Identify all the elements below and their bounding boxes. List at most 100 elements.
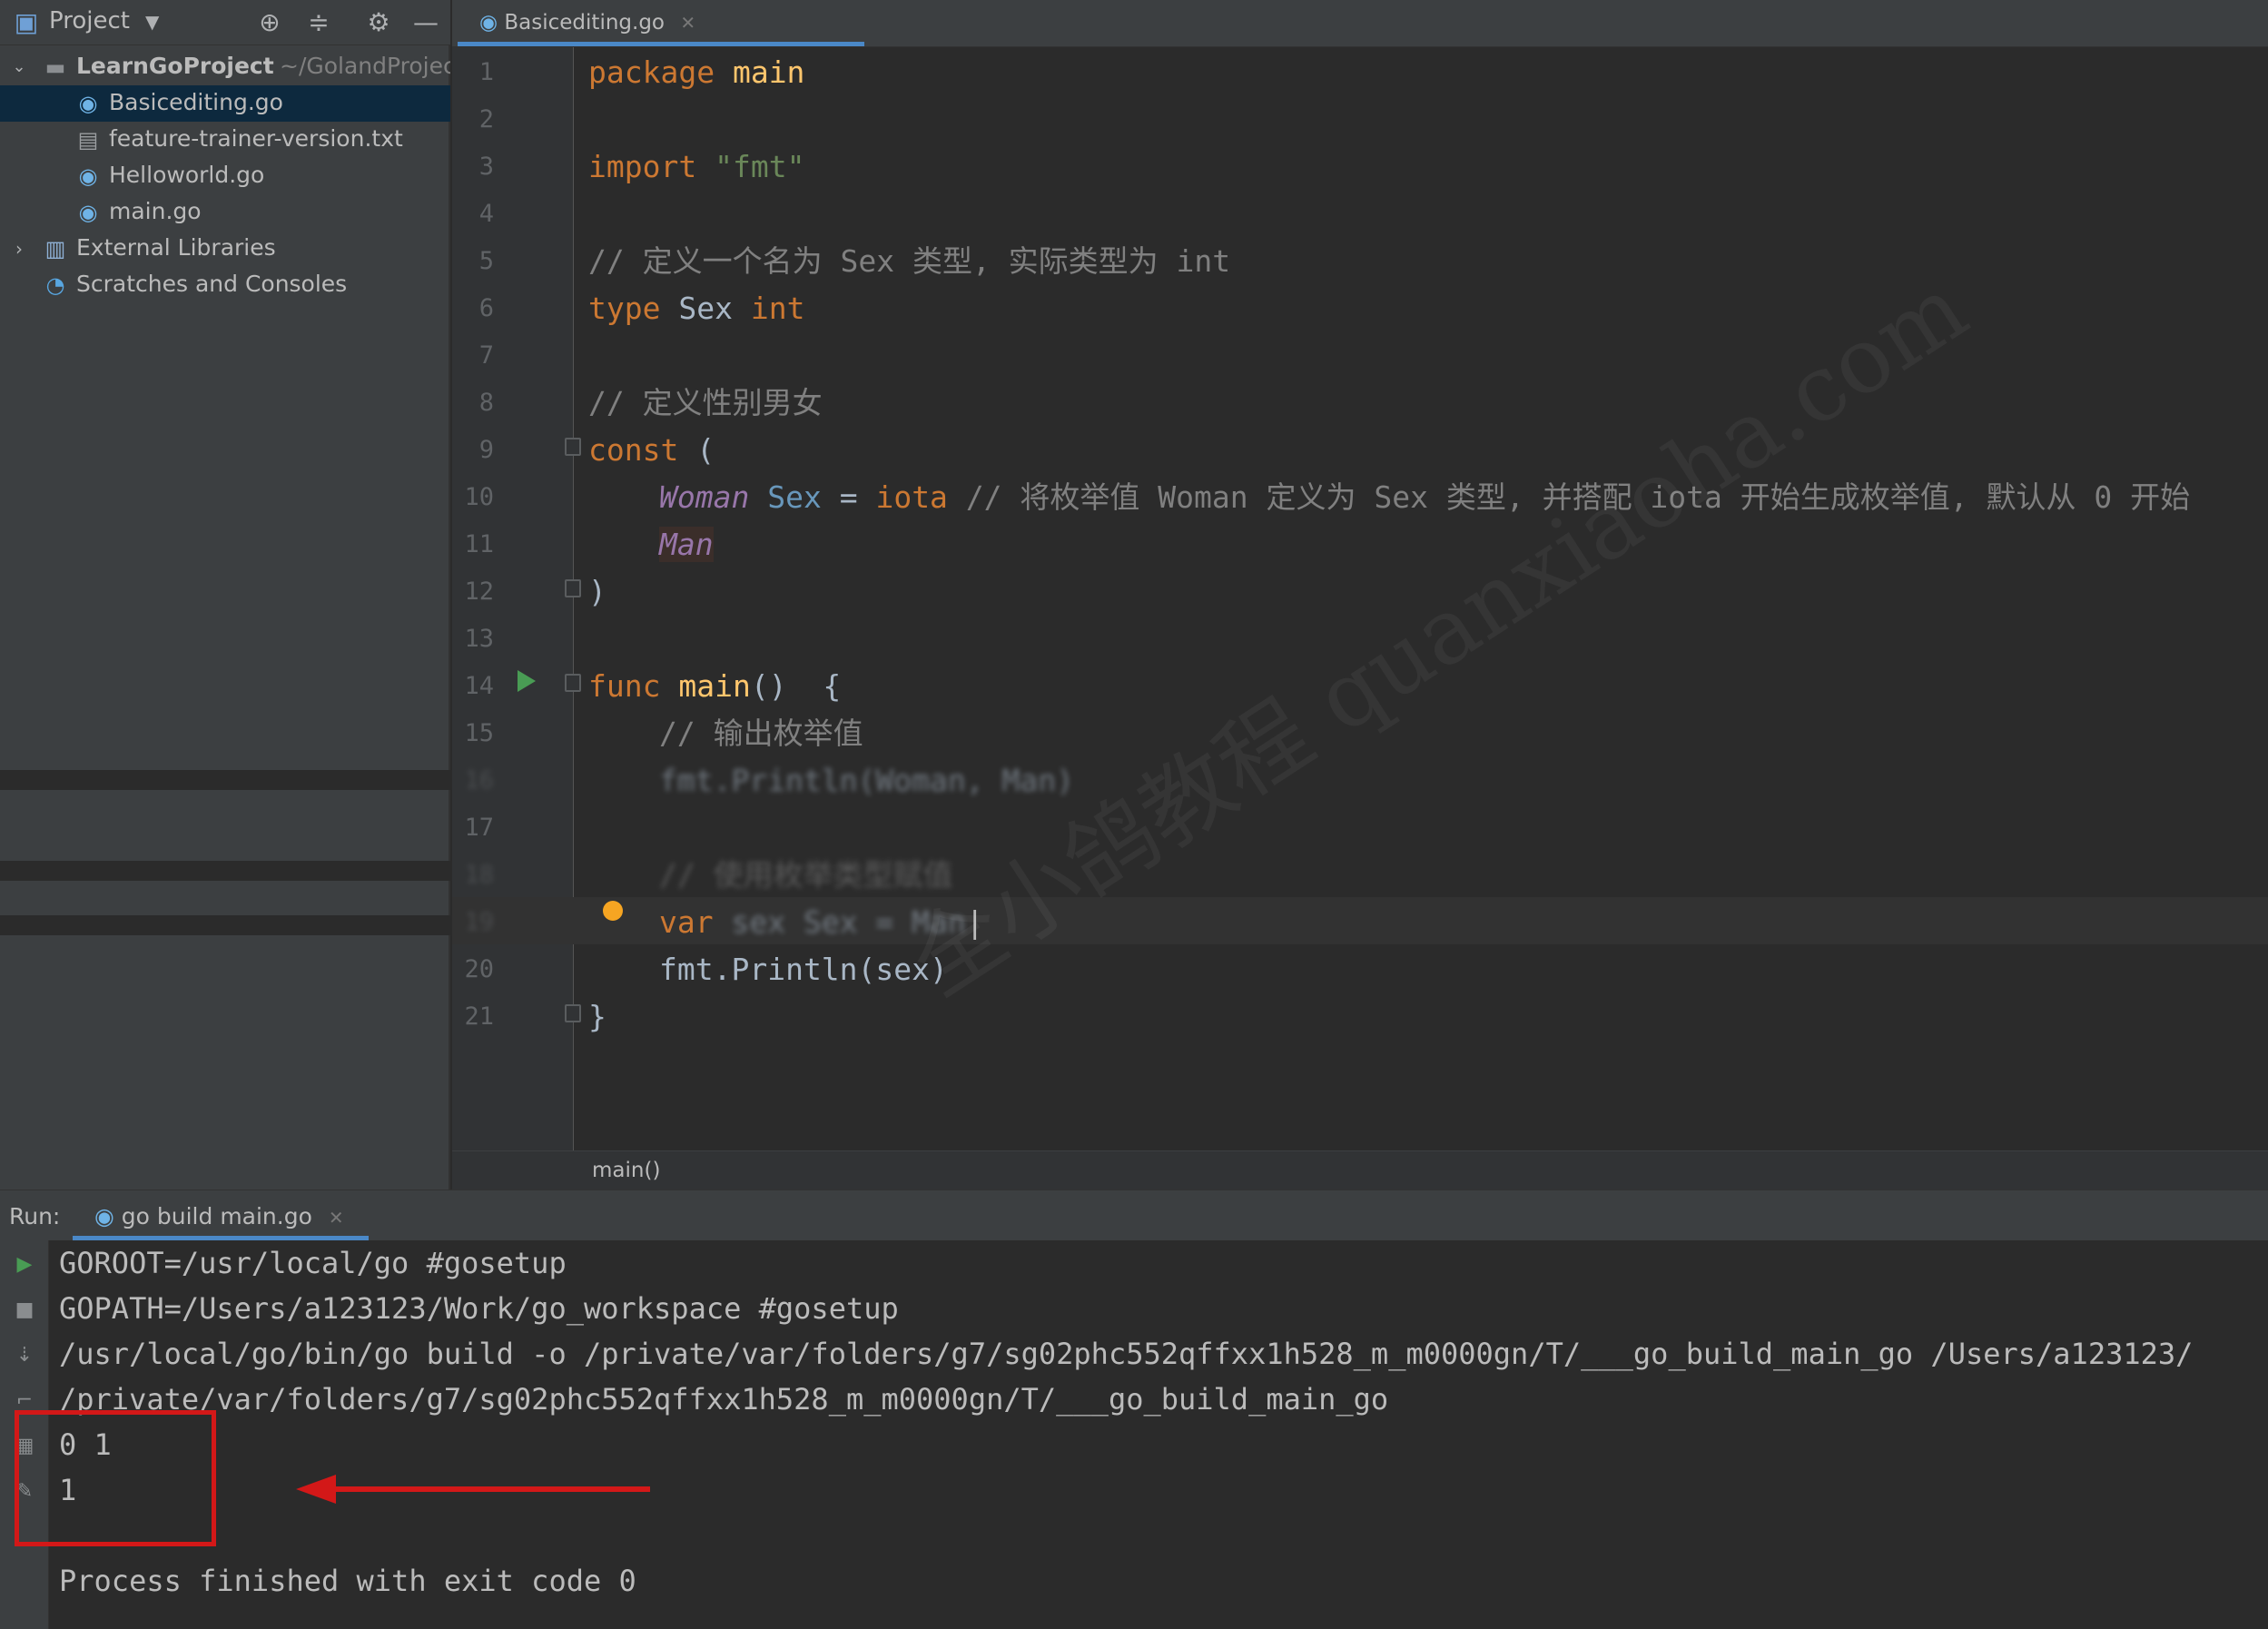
- chevron-down-icon[interactable]: ⌄: [5, 54, 33, 81]
- tree-item-file[interactable]: ◉ main.go: [0, 194, 450, 231]
- go-file-icon: ◉: [94, 1203, 114, 1229]
- fold-marker-icon[interactable]: [565, 674, 581, 692]
- lightbulb-icon[interactable]: [603, 901, 623, 921]
- scratches-icon: ◔: [45, 272, 65, 298]
- paren: (: [696, 432, 715, 468]
- tab-label: Basicediting.go: [504, 11, 665, 35]
- go-file-icon: ◉: [479, 11, 498, 35]
- keyword: const: [588, 432, 679, 468]
- type-name: Sex: [678, 291, 733, 326]
- line-number: 1: [478, 58, 494, 86]
- root-path: ~/GolandProjec: [280, 53, 450, 79]
- project-panel: ▣ Project ▼ ⊕ ≑ ⚙ — ⌄ ▬ LearnGoProject ~…: [0, 0, 450, 1190]
- scroll-to-end-icon[interactable]: ⇣: [11, 1342, 38, 1369]
- line-number: 11: [464, 530, 494, 558]
- editor-tabs: ◉ Basicediting.go ✕: [452, 0, 2268, 47]
- file-label: Helloworld.go: [109, 162, 265, 188]
- identifier: main: [732, 54, 805, 90]
- external-libraries-label: External Libraries: [76, 234, 276, 261]
- code-comment: // 输出枚举值: [659, 716, 863, 751]
- keyword: package: [588, 54, 715, 90]
- line-number: 17: [464, 814, 494, 842]
- chevron-down-icon[interactable]: ▼: [145, 11, 159, 33]
- fold-marker-icon[interactable]: [565, 1004, 581, 1022]
- code-line: }: [588, 999, 606, 1034]
- line-number: 15: [464, 719, 494, 747]
- console-output[interactable]: GOROOT=/usr/local/go #gosetup GOPATH=/Us…: [50, 1240, 2268, 1629]
- line-number: 21: [464, 1002, 494, 1031]
- tree-item-file[interactable]: ▤ feature-trainer-version.txt: [0, 122, 450, 158]
- project-panel-header: ▣ Project ▼ ⊕ ≑ ⚙ —: [0, 0, 450, 45]
- line-number: 2: [478, 105, 494, 133]
- code-line: Woman Sex = iota // 将枚举值 Woman 定义为 Sex 类…: [659, 474, 2190, 521]
- code-line: import "fmt": [588, 143, 804, 191]
- line-number: 6: [478, 294, 494, 322]
- console-line: Process finished with exit code 0: [59, 1564, 636, 1598]
- file-label: main.go: [109, 198, 202, 224]
- console-line: GOROOT=/usr/local/go #gosetup: [59, 1246, 567, 1280]
- close-icon[interactable]: ✕: [680, 12, 695, 34]
- text-cursor: |: [965, 904, 984, 940]
- fold-marker-icon[interactable]: [565, 438, 581, 456]
- rerun-icon[interactable]: ▶: [11, 1251, 38, 1279]
- folder-icon: ▬: [44, 54, 66, 80]
- code-line: package main: [588, 49, 804, 96]
- code-line: type Sex int: [588, 285, 804, 332]
- string: "fmt": [715, 149, 805, 184]
- locate-icon[interactable]: ⊕: [256, 9, 283, 36]
- blurred-code: sex Sex = Man: [731, 904, 966, 940]
- line-number: 9: [478, 436, 494, 464]
- collapse-all-icon[interactable]: ≑: [305, 9, 332, 36]
- close-icon[interactable]: ✕: [329, 1207, 344, 1229]
- line-number: 12: [464, 578, 494, 606]
- code-line: const (: [588, 427, 715, 474]
- console-line: /private/var/folders/g7/sg02phc552qffxx1…: [59, 1382, 1389, 1417]
- tree-item-root[interactable]: ⌄ ▬ LearnGoProject ~/GolandProjec: [0, 49, 450, 85]
- console-line: GOPATH=/Users/a123123/Work/go_workspace …: [59, 1291, 899, 1326]
- code-comment: // 使用枚举类型赋值: [659, 857, 953, 893]
- chevron-right-icon[interactable]: ›: [5, 235, 33, 262]
- breadcrumb-item[interactable]: main(): [592, 1159, 660, 1182]
- fold-marker-icon[interactable]: [565, 579, 581, 597]
- line-number: 10: [464, 483, 494, 511]
- line-number: 3: [478, 153, 494, 181]
- project-panel-title[interactable]: Project: [49, 7, 130, 35]
- line-number: 16: [464, 766, 494, 795]
- run-label: Run:: [9, 1203, 61, 1229]
- breadcrumb: main(): [452, 1150, 2268, 1190]
- line-number: 13: [464, 625, 494, 653]
- line-number: 19: [464, 908, 494, 936]
- keyword: iota: [875, 479, 948, 515]
- tree-item-external-libraries[interactable]: › ▥ External Libraries: [0, 231, 450, 267]
- line-number: 20: [464, 955, 494, 983]
- code-line: Man: [659, 521, 714, 568]
- divider: [0, 770, 450, 790]
- tab-run-config[interactable]: ◉ go build main.go ✕: [94, 1203, 344, 1229]
- tree-item-file[interactable]: ◉ Helloworld.go: [0, 158, 450, 194]
- tree-item-file[interactable]: ◉ Basicediting.go: [0, 85, 450, 122]
- console-line: /usr/local/go/bin/go build -o /private/v…: [59, 1337, 2194, 1371]
- run-panel-header: Run: ◉ go build main.go ✕: [0, 1190, 2268, 1240]
- code-line: var sex Sex = Man|: [659, 899, 984, 946]
- scratches-label: Scratches and Consoles: [76, 271, 348, 297]
- function-name: main: [678, 668, 751, 704]
- hide-panel-icon[interactable]: —: [412, 9, 439, 36]
- code-line: ): [588, 574, 606, 609]
- code-line: fmt.Println(Woman, Man): [659, 763, 1074, 798]
- text-file-icon: ▤: [77, 127, 99, 153]
- line-number: 14: [464, 672, 494, 700]
- divider: [0, 915, 450, 935]
- line-number: 5: [478, 247, 494, 275]
- tree-item-scratches[interactable]: ◔ Scratches and Consoles: [0, 267, 450, 303]
- operator: =: [839, 479, 858, 515]
- keyword: import: [588, 149, 697, 184]
- run-gutter-icon[interactable]: [518, 670, 536, 692]
- line-number: 18: [464, 861, 494, 889]
- gear-icon[interactable]: ⚙: [365, 9, 392, 36]
- annotation-highlight-box: [15, 1410, 216, 1546]
- keyword: type: [588, 291, 661, 326]
- tab-basicediting[interactable]: ◉ Basicediting.go ✕: [467, 0, 708, 47]
- run-tab-label: go build main.go: [121, 1203, 312, 1229]
- line-number: 7: [478, 341, 494, 370]
- stop-icon[interactable]: ■: [11, 1297, 38, 1324]
